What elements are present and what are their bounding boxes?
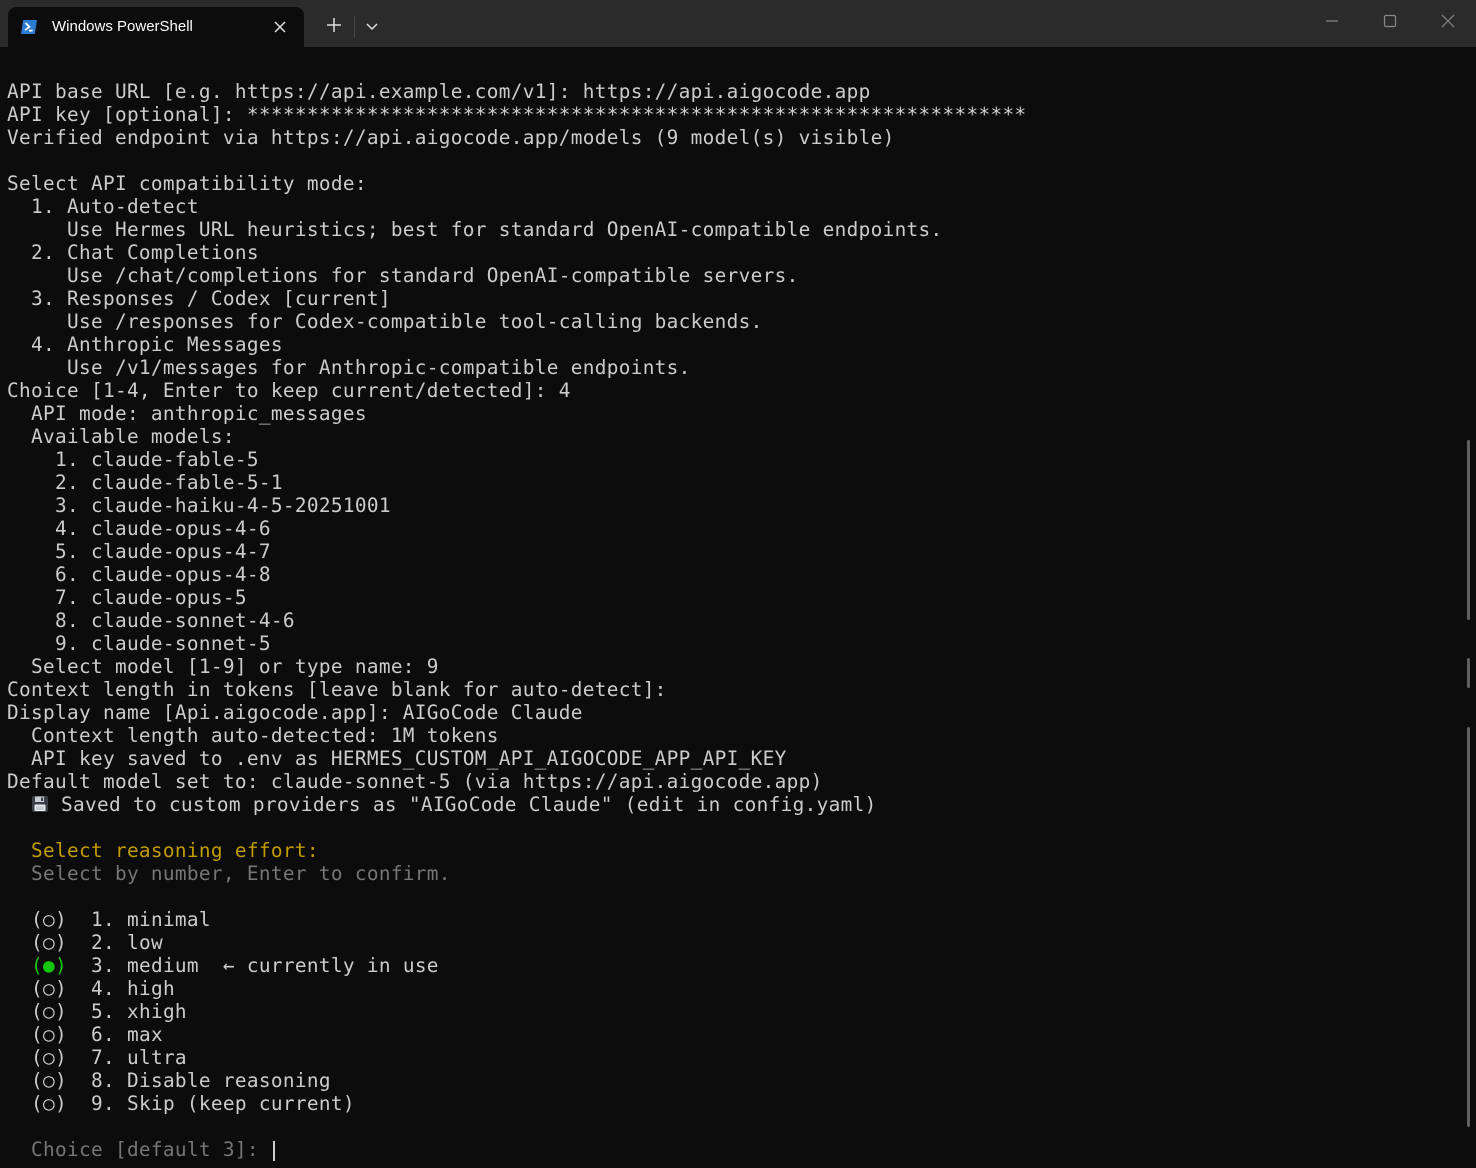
radio-unselected: (○)	[7, 977, 67, 1000]
maximize-button[interactable]	[1362, 0, 1420, 40]
minimize-icon	[1326, 20, 1338, 22]
radio-unselected: (○)	[7, 908, 67, 931]
tab-title: Windows PowerShell	[52, 18, 193, 35]
display-name-line: Display name [Api.aigocode.app]: AIGoCod…	[7, 701, 583, 724]
saved-providers-text: Saved to custom providers as "AIGoCode C…	[49, 793, 877, 816]
api-key-line: API key [optional]: ********************…	[7, 103, 1027, 126]
model-item: 8. claude-sonnet-4-6	[7, 609, 295, 632]
model-item: 7. claude-opus-5	[7, 586, 247, 609]
model-item: 4. claude-opus-4-6	[7, 517, 271, 540]
context-detected-line: Context length auto-detected: 1M tokens	[7, 724, 499, 747]
choice-prompt: Choice [default 3]:	[7, 1138, 271, 1161]
close-icon	[1441, 14, 1455, 28]
option-label: 8. Disable reasoning	[66, 1069, 331, 1092]
reasoning-option-disable[interactable]: (○) 8. Disable reasoning	[7, 1069, 1462, 1092]
option-label: 9. Skip (keep current)	[66, 1092, 355, 1115]
models-header: Available models:	[7, 425, 235, 448]
base-url-line: API base URL [e.g. https://api.example.c…	[7, 80, 871, 103]
floppy-disk-icon	[32, 796, 48, 812]
radio-indent	[7, 954, 31, 977]
maximize-icon	[1383, 14, 1397, 28]
radio-unselected: (○)	[7, 1092, 67, 1115]
compat-option-desc: Use /v1/messages for Anthropic-compatibl…	[7, 356, 691, 379]
model-item: 2. claude-fable-5-1	[7, 471, 283, 494]
api-mode-line: API mode: anthropic_messages	[7, 402, 367, 425]
close-icon[interactable]	[273, 20, 287, 34]
compat-option-title: 2. Chat Completions	[7, 241, 259, 264]
option-label: 7. ultra	[66, 1046, 187, 1069]
radio-unselected: (○)	[7, 931, 67, 954]
option-label: 5. xhigh	[66, 1000, 187, 1023]
reasoning-title: Select reasoning effort:	[7, 839, 319, 862]
compat-option-desc: Use /chat/completions for standard OpenA…	[7, 264, 799, 287]
choice-prompt-line[interactable]: Choice [default 3]:	[7, 1138, 1462, 1161]
reasoning-option-skip[interactable]: (○) 9. Skip (keep current)	[7, 1092, 1462, 1115]
minimize-button[interactable]	[1304, 0, 1362, 40]
option-label: 3. medium	[66, 954, 199, 977]
compat-choice-line: Choice [1-4, Enter to keep current/detec…	[7, 379, 571, 402]
radio-unselected: (○)	[7, 1069, 67, 1092]
text-cursor	[272, 1140, 275, 1161]
compat-option-title: 1. Auto-detect	[7, 195, 199, 218]
reasoning-option-low[interactable]: (○) 2. low	[7, 931, 1462, 954]
context-prompt-line: Context length in tokens [leave blank fo…	[7, 678, 667, 701]
compat-option-title: 3. Responses / Codex [current]	[7, 287, 391, 310]
radio-unselected: (○)	[7, 1046, 67, 1069]
reasoning-option-ultra[interactable]: (○) 7. ultra	[7, 1046, 1462, 1069]
reasoning-option-minimal[interactable]: (○) 1. minimal	[7, 908, 1462, 931]
terminal-output[interactable]: API base URL [e.g. https://api.example.c…	[7, 80, 1462, 1161]
compat-option-title: 4. Anthropic Messages	[7, 333, 283, 356]
option-label: 6. max	[66, 1023, 163, 1046]
select-model-line: Select model [1-9] or type name: 9	[7, 655, 439, 678]
chevron-down-icon[interactable]	[362, 16, 382, 36]
radio-unselected: (○)	[7, 1000, 67, 1023]
scrollbar-track[interactable]	[1467, 727, 1470, 1127]
close-window-button[interactable]	[1420, 0, 1476, 40]
compat-option-desc: Use /responses for Codex-compatible tool…	[7, 310, 763, 333]
model-item: 9. claude-sonnet-5	[7, 632, 271, 655]
tab-divider	[354, 16, 355, 38]
model-item: 3. claude-haiku-4-5-20251001	[7, 494, 391, 517]
saved-providers-line: Saved to custom providers as "AIGoCode C…	[7, 793, 1462, 816]
powershell-icon	[21, 20, 37, 34]
reasoning-option-high[interactable]: (○) 4. high	[7, 977, 1462, 1000]
key-saved-line: API key saved to .env as HERMES_CUSTOM_A…	[7, 747, 787, 770]
model-item: 1. claude-fable-5	[7, 448, 259, 471]
reasoning-option-medium[interactable]: (●) 3. medium ← currently in use	[7, 954, 1462, 977]
compat-header: Select API compatibility mode:	[7, 172, 367, 195]
option-label: 4. high	[66, 977, 175, 1000]
reasoning-subtitle: Select by number, Enter to confirm.	[7, 862, 451, 885]
option-label: 1. minimal	[66, 908, 211, 931]
radio-unselected: (○)	[7, 1023, 67, 1046]
model-item: 5. claude-opus-4-7	[7, 540, 271, 563]
compat-option-desc: Use Hermes URL heuristics; best for stan…	[7, 218, 943, 241]
verified-line: Verified endpoint via https://api.aigoco…	[7, 126, 895, 149]
plus-icon[interactable]	[323, 14, 345, 36]
option-label: 2. low	[66, 931, 163, 954]
model-item: 6. claude-opus-4-8	[7, 563, 271, 586]
current-indicator: ← currently in use	[198, 954, 439, 977]
default-model-line: Default model set to: claude-sonnet-5 (v…	[7, 770, 823, 793]
reasoning-option-max[interactable]: (○) 6. max	[7, 1023, 1462, 1046]
reasoning-option-xhigh[interactable]: (○) 5. xhigh	[7, 1000, 1462, 1023]
scrollbar-thumb[interactable]	[1467, 440, 1470, 620]
title-bar: Windows PowerShell	[0, 0, 1476, 47]
saved-indent	[7, 793, 31, 816]
tab-windows-powershell[interactable]: Windows PowerShell	[8, 7, 304, 47]
radio-selected: (●)	[31, 954, 67, 977]
scrollbar-marker	[1467, 658, 1470, 688]
